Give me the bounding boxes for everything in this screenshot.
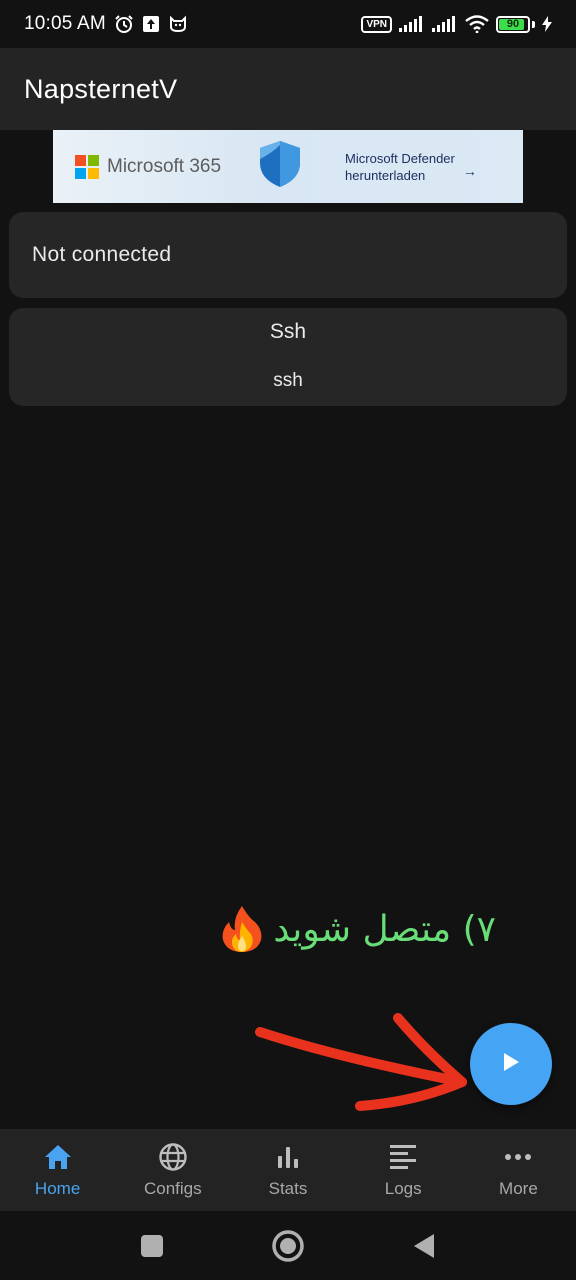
nav-label-home: Home <box>34 1179 81 1198</box>
bar-chart-icon <box>275 1141 301 1173</box>
ad-cta-line2: herunterladen <box>345 167 426 183</box>
ad-brand: Microsoft 365 <box>107 155 222 177</box>
home-circle-icon[interactable] <box>268 1226 308 1266</box>
app-title: NapsternetV <box>24 73 178 104</box>
nav-label-more: More <box>499 1179 538 1198</box>
arrow-right-icon: → <box>462 162 477 179</box>
fire-icon <box>219 904 265 954</box>
charging-icon <box>542 16 552 32</box>
red-arrow-icon <box>255 1013 467 1111</box>
more-icon <box>504 1141 532 1173</box>
config-name: Ssh <box>269 320 307 343</box>
ad-banner[interactable]: Microsoft 365 Microsoft Defender herunte… <box>53 130 523 203</box>
nav-label-stats: Stats <box>268 1179 308 1198</box>
globe-icon <box>158 1141 188 1173</box>
signal-icon <box>432 16 458 32</box>
app-screen: 10:05 AM VPN 90 NapsternetV Microsoft 36… <box>0 0 576 1280</box>
back-icon[interactable] <box>404 1226 444 1266</box>
vpn-badge: VPN <box>361 15 392 33</box>
wifi-icon <box>465 15 489 33</box>
list-icon <box>389 1141 417 1173</box>
nav-item-stats[interactable]: Stats <box>230 1129 345 1211</box>
cat-icon <box>168 15 188 33</box>
bottom-navigation: Home Configs Stats Logs More <box>0 1129 576 1211</box>
nav-item-logs[interactable]: Logs <box>346 1129 461 1211</box>
connection-status: Not connected <box>32 243 172 266</box>
status-left: 10:05 AM <box>24 13 188 35</box>
ad-cta-line1: Microsoft Defender <box>345 150 455 166</box>
app-bar: NapsternetV <box>0 48 576 130</box>
ad-cta[interactable]: Microsoft Defender herunterladen <box>345 150 455 184</box>
nav-label-configs: Configs <box>143 1179 202 1198</box>
annotation: ۷) متصل شوید <box>176 898 496 960</box>
status-right: VPN 90 <box>361 15 552 33</box>
recents-icon[interactable] <box>132 1226 172 1266</box>
status-time: 10:05 AM <box>24 13 106 34</box>
selected-config-card[interactable]: Ssh ssh <box>9 308 567 406</box>
battery-cap <box>532 20 535 28</box>
nav-item-configs[interactable]: Configs <box>115 1129 230 1211</box>
status-bar: 10:05 AM VPN 90 <box>0 0 576 48</box>
config-type: ssh <box>273 370 303 391</box>
system-navigation-bar <box>0 1211 576 1280</box>
connect-button[interactable] <box>470 1023 552 1105</box>
home-icon <box>43 1141 73 1173</box>
battery-icon: 90 <box>496 15 530 33</box>
microsoft-logo-icon <box>75 154 99 179</box>
signal-icon <box>399 16 425 32</box>
shield-icon <box>257 139 303 194</box>
nav-label-logs: Logs <box>384 1179 422 1198</box>
annotation-text: ۷) متصل شوید <box>273 908 496 950</box>
connection-status-card: Not connected <box>9 212 567 298</box>
play-icon <box>502 1052 520 1077</box>
nav-item-more[interactable]: More <box>461 1129 576 1211</box>
alarm-icon <box>114 14 134 34</box>
upload-icon <box>142 15 160 33</box>
nav-item-home[interactable]: Home <box>0 1129 115 1211</box>
battery-level: 90 <box>506 18 520 30</box>
